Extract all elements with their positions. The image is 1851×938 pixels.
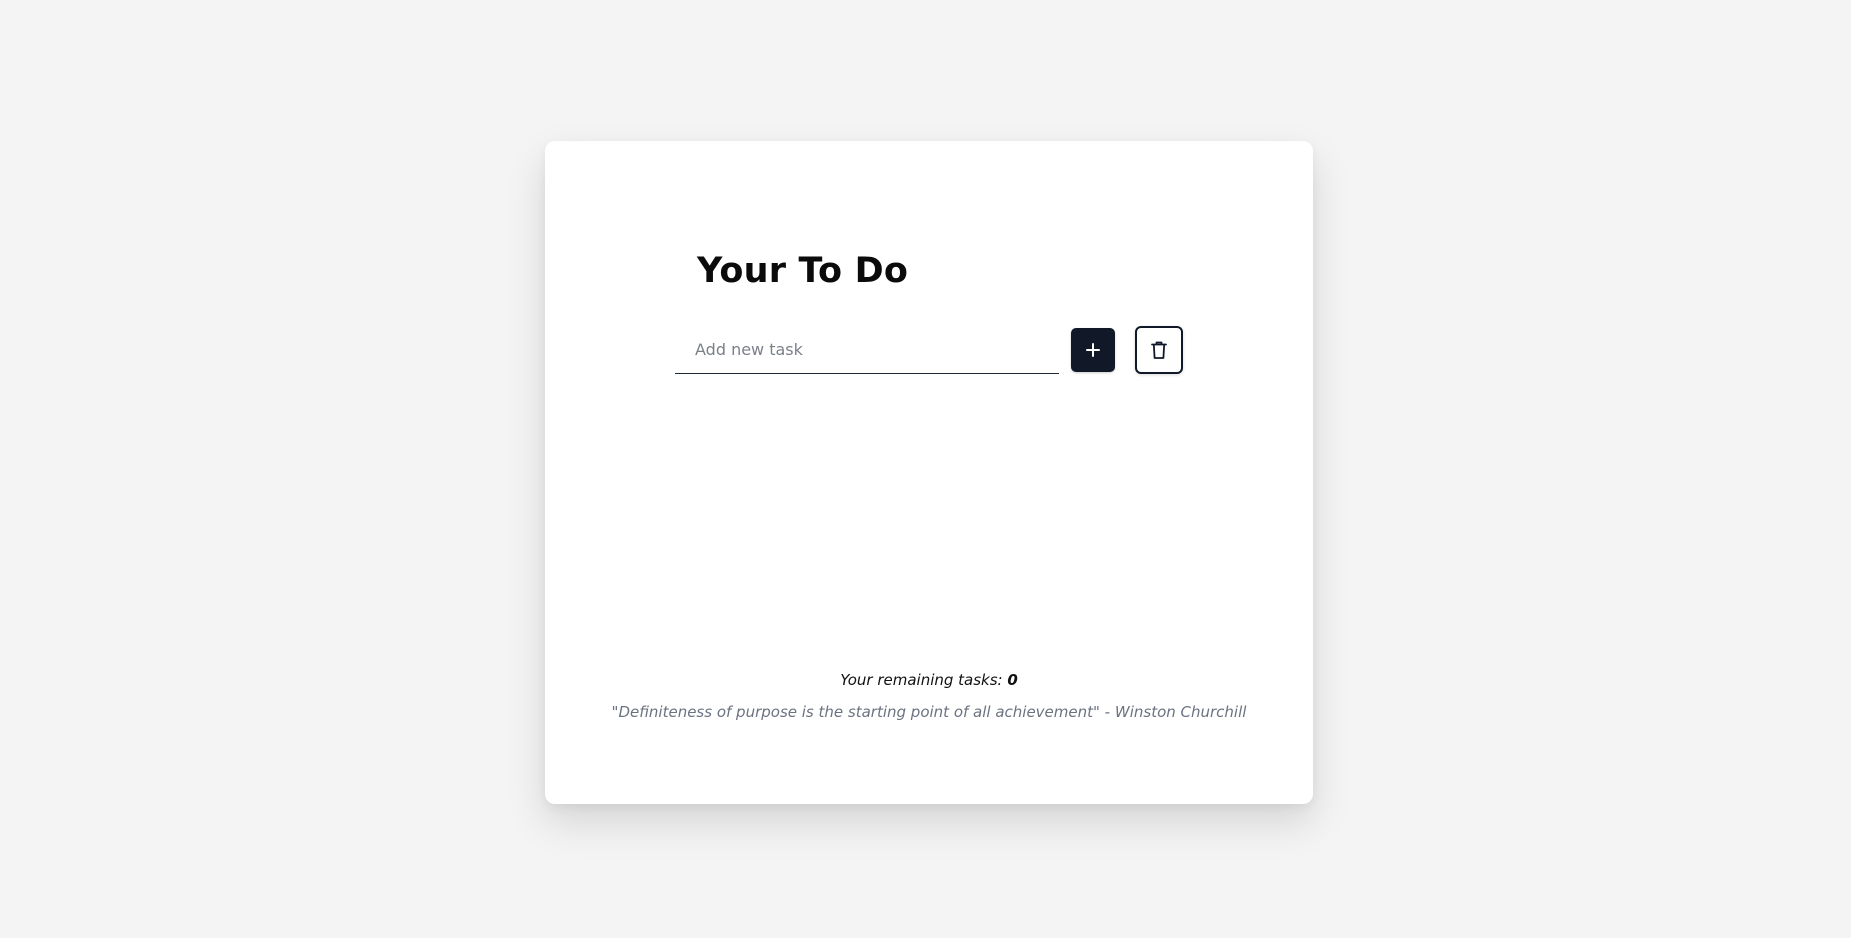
todo-card: Your To Do Your remaining tasks: 0 "Defi… — [545, 141, 1313, 804]
remaining-count: 0 — [1007, 671, 1018, 689]
plus-icon — [1086, 343, 1100, 357]
trash-icon — [1150, 340, 1168, 360]
quote-text: "Definiteness of purpose is the starting… — [611, 703, 1247, 721]
new-task-input[interactable] — [675, 326, 1059, 374]
add-task-button[interactable] — [1071, 328, 1115, 372]
clear-tasks-button[interactable] — [1135, 326, 1183, 374]
page-title: Your To Do — [697, 251, 909, 291]
remaining-label: Your remaining tasks: — [840, 671, 1008, 689]
remaining-tasks: Your remaining tasks: 0 — [545, 671, 1313, 689]
